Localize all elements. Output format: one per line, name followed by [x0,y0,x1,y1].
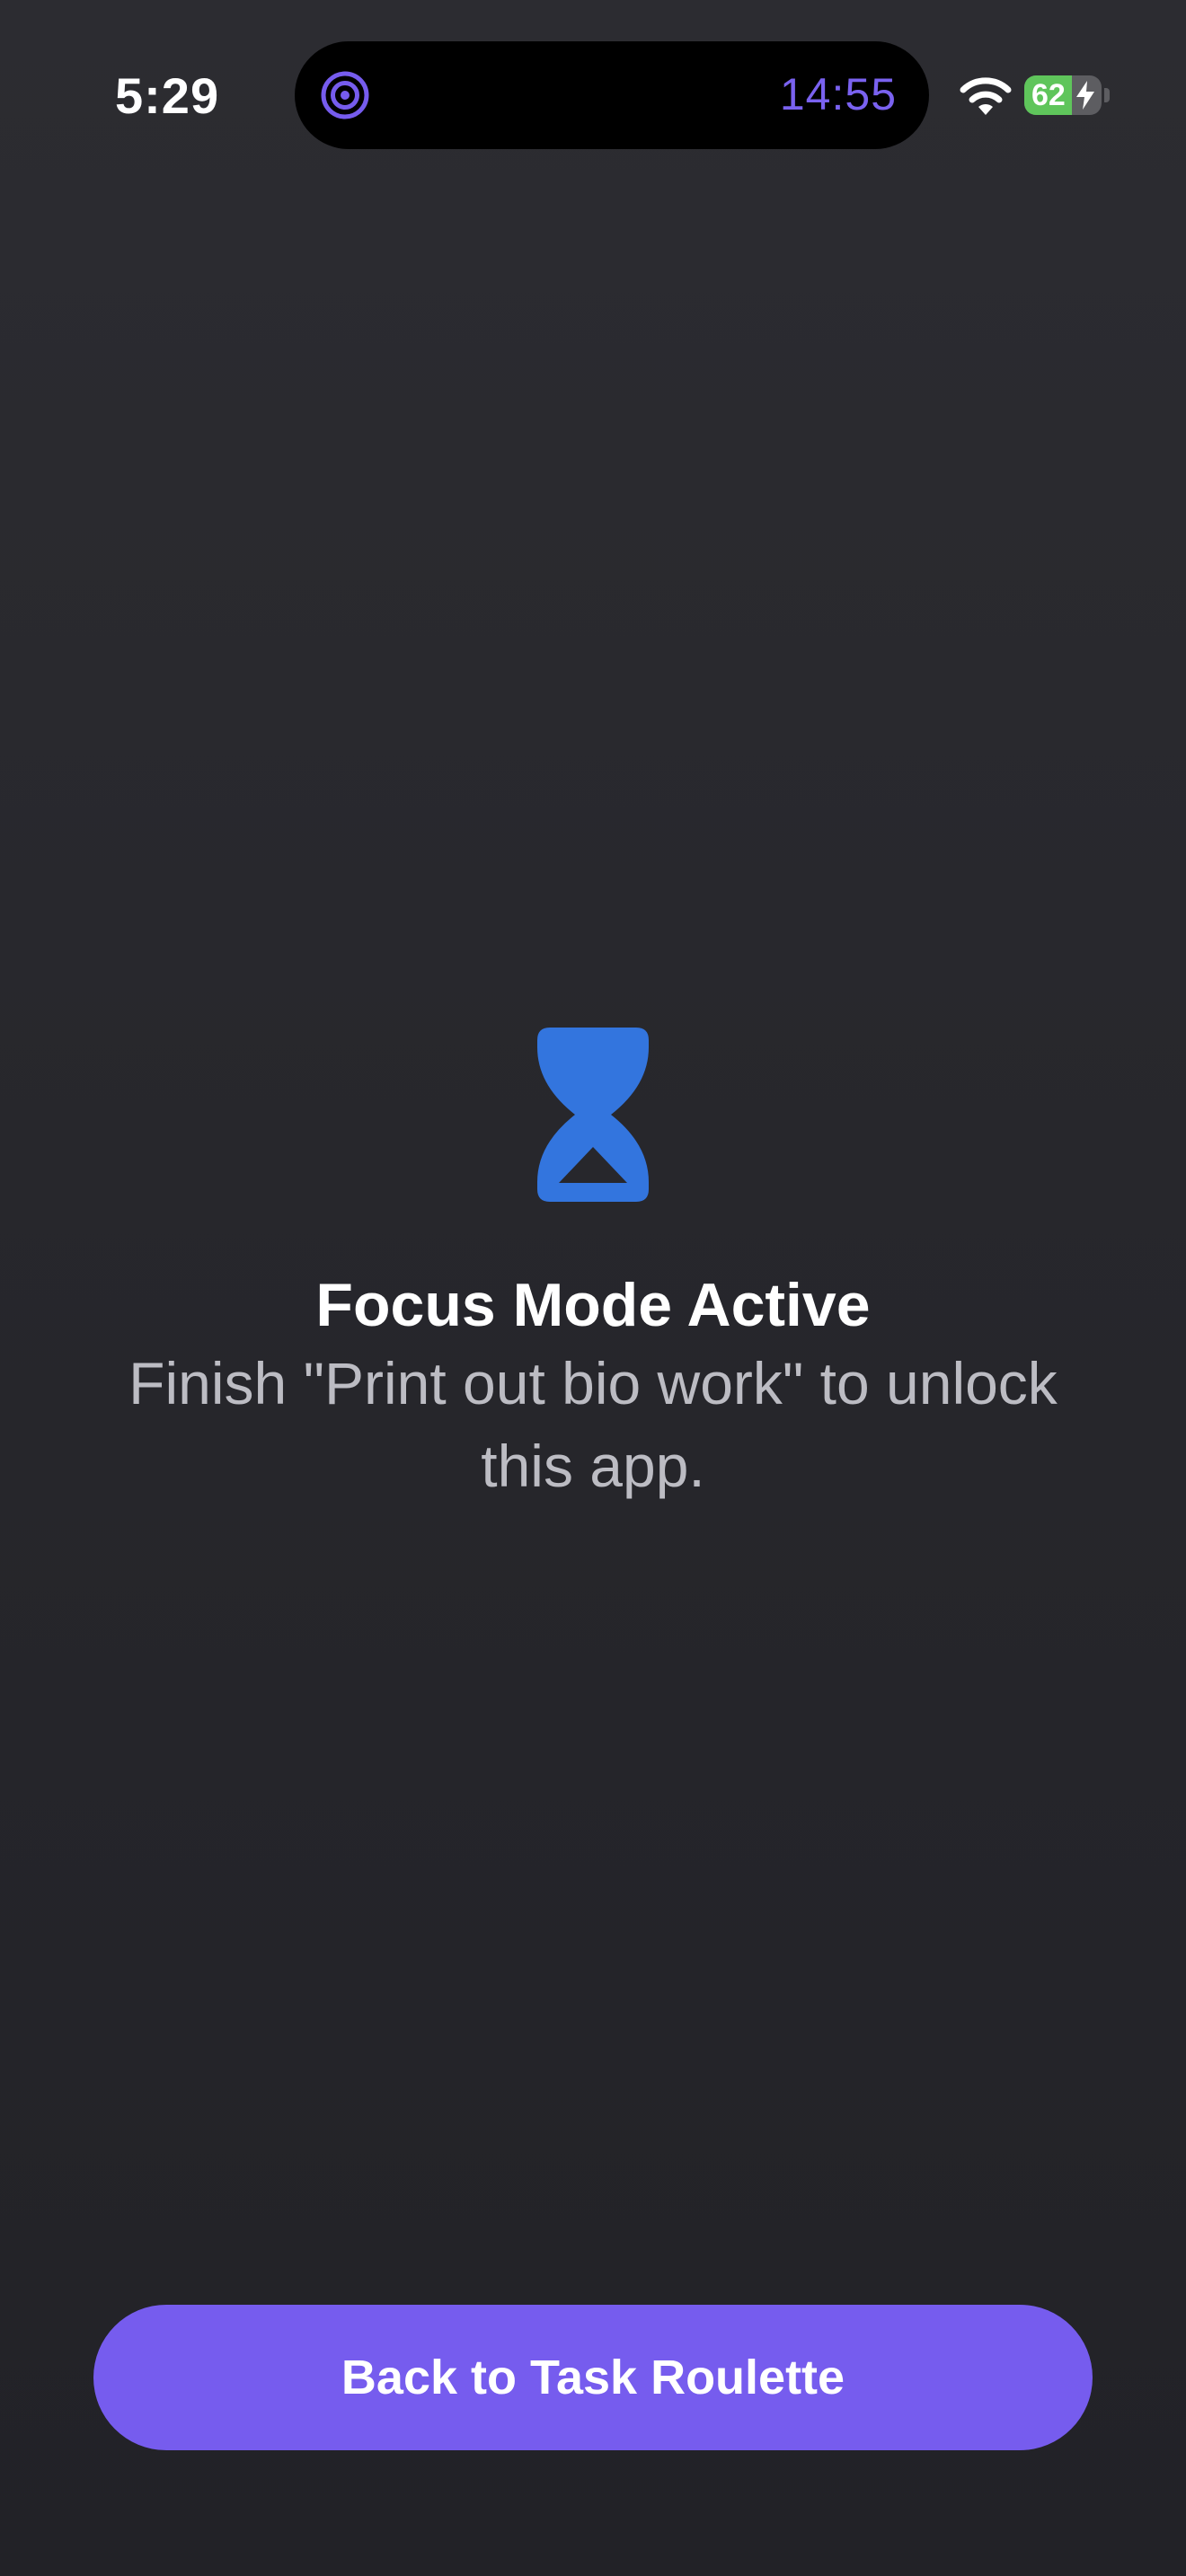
wifi-icon [960,77,1012,115]
battery-cap [1104,88,1110,102]
hourglass-icon [537,1028,649,1202]
focus-message: Finish "Print out bio work" to unlock th… [128,1350,1058,1499]
dynamic-island[interactable]: 14:55 [295,41,929,149]
concentric-target-icon [321,71,369,119]
lightning-bolt-icon [1076,81,1094,110]
focus-title: Focus Mode Active [315,1271,871,1339]
back-to-task-roulette-button[interactable]: Back to Task Roulette [93,2305,1093,2450]
battery-icon: 62 [1024,75,1102,115]
activity-timer: 14:55 [779,69,897,119]
status-bar-time: 5:29 [115,67,220,124]
battery-percent: 62 [1031,78,1066,112]
